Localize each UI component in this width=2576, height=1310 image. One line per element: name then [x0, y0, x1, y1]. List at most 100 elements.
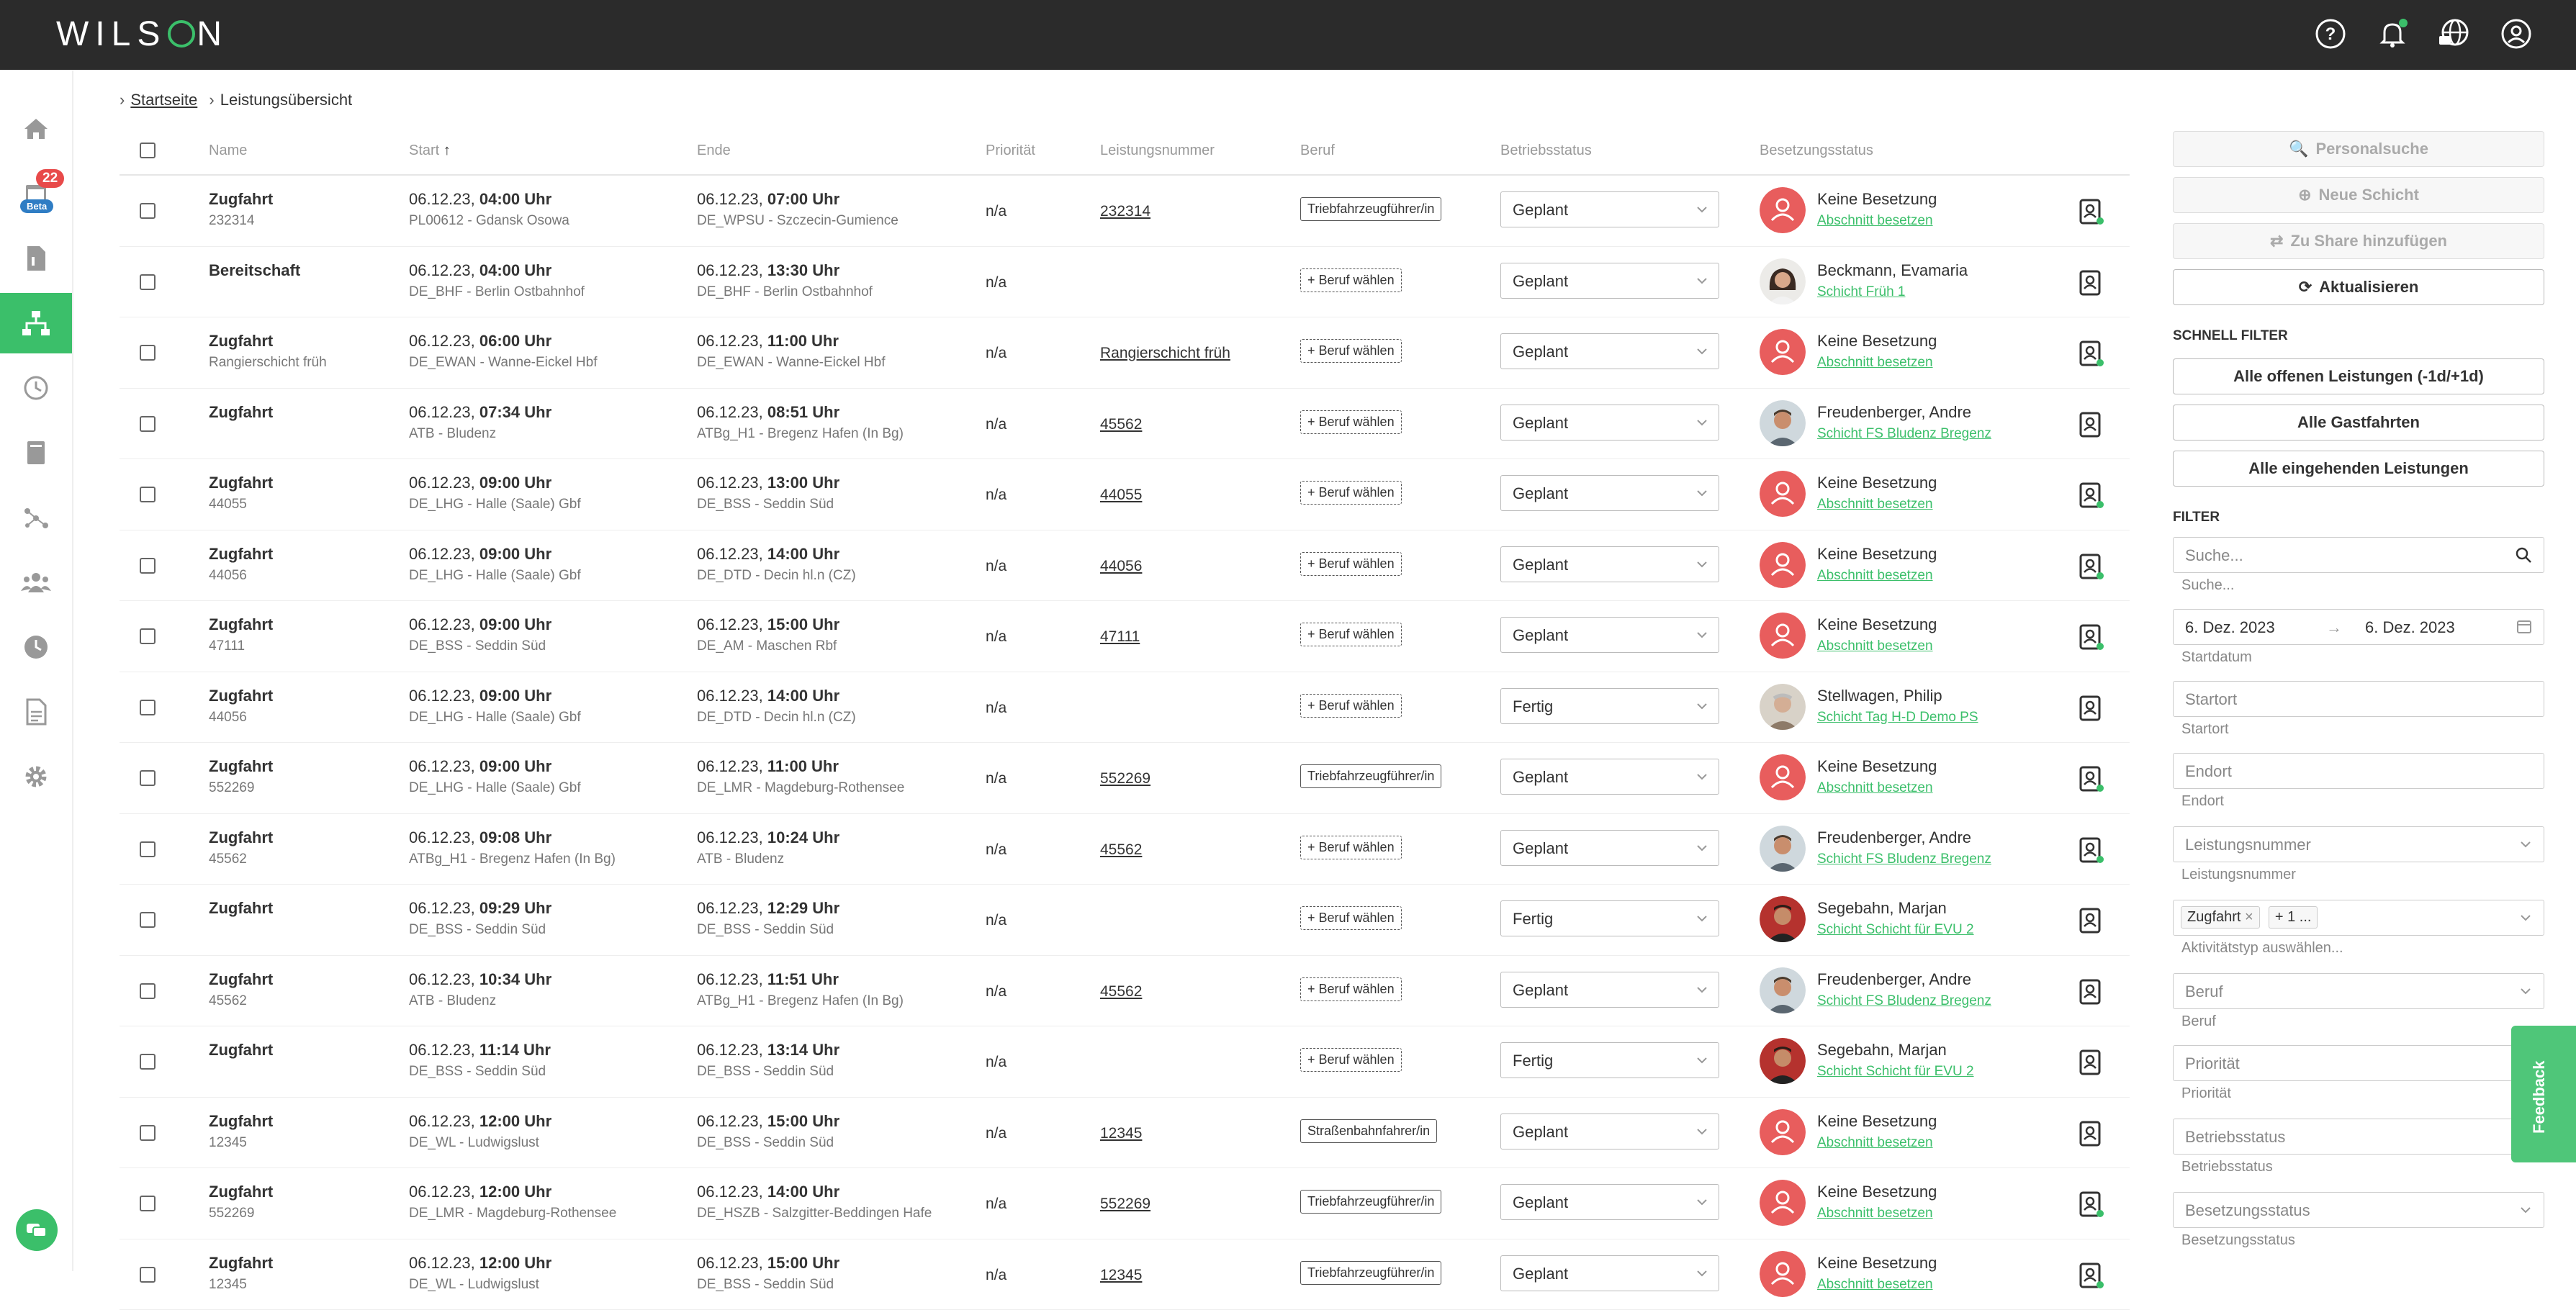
activity-type-multiselect[interactable]: Zugfahrt × + 1 ...	[2173, 900, 2544, 936]
connections-icon[interactable]	[0, 487, 72, 548]
beruf-tag[interactable]: + Beruf wählen	[1300, 552, 1402, 576]
betriebsstatus-select[interactable]: Geplant	[1500, 263, 1719, 299]
assign-person-icon[interactable]	[2076, 339, 2105, 368]
quickfilter-gastfahrten[interactable]: Alle Gastfahrten	[2173, 405, 2544, 441]
assignment-link[interactable]: Abschnitt besetzen	[1817, 1206, 1933, 1221]
betriebsstatus-select[interactable]: Geplant	[1500, 759, 1719, 795]
leistungsnummer-link[interactable]: 44055	[1100, 487, 1142, 504]
leistungsnummer-link[interactable]: 45562	[1100, 983, 1142, 1000]
leistungsnummer-link[interactable]: 232314	[1100, 203, 1150, 220]
assignment-link[interactable]: Abschnitt besetzen	[1817, 1277, 1933, 1293]
personalsuche-button[interactable]: 🔍Personalsuche	[2173, 131, 2544, 167]
leistungsnummer-link[interactable]: 12345	[1100, 1267, 1142, 1284]
column-header-end[interactable]: Ende	[697, 143, 731, 159]
betriebsstatus-select[interactable]: Geplant	[1500, 333, 1719, 369]
assignment-link[interactable]: Abschnitt besetzen	[1817, 213, 1933, 229]
beruf-tag[interactable]: + Beruf wählen	[1300, 623, 1402, 646]
breadcrumb-home-link[interactable]: Startseite	[130, 91, 197, 109]
beruf-tag[interactable]: + Beruf wählen	[1300, 481, 1402, 505]
table-row[interactable]: Zugfahrt 232314 06.12.23, 04:00 Uhr PL00…	[120, 176, 2130, 247]
row-checkbox[interactable]	[140, 841, 156, 857]
column-header-priority[interactable]: Priorität	[986, 143, 1035, 159]
activity-tag-zugfahrt[interactable]: Zugfahrt ×	[2181, 906, 2260, 929]
home-icon[interactable]	[0, 99, 72, 159]
betriebsstatus-select[interactable]: Geplant	[1500, 830, 1719, 866]
assignment-link[interactable]: Abschnitt besetzen	[1817, 638, 1933, 654]
endort-input[interactable]: Endort	[2173, 753, 2544, 789]
leistungsnummer-link[interactable]: 45562	[1100, 841, 1142, 859]
leistungsnummer-link[interactable]: 552269	[1100, 1196, 1150, 1213]
feedback-tab[interactable]: Feedback	[2511, 1026, 2576, 1162]
user-account-icon[interactable]	[2500, 17, 2533, 50]
prioritaet-select[interactable]: Priorität	[2173, 1045, 2544, 1081]
clock-icon[interactable]	[0, 617, 72, 677]
leistungsnummer-link[interactable]: 47111	[1100, 628, 1140, 646]
wilson-logo[interactable]: WILSN	[56, 14, 228, 54]
beruf-tag[interactable]: Triebfahrzeugführer/in	[1300, 1190, 1441, 1214]
assignment-link[interactable]: Schicht Schicht für EVU 2	[1817, 922, 1974, 938]
beruf-tag[interactable]: + Beruf wählen	[1300, 339, 1402, 363]
quickfilter-eingehende-leistungen[interactable]: Alle eingehenden Leistungen	[2173, 451, 2544, 487]
row-checkbox[interactable]	[140, 558, 156, 574]
book-icon[interactable]	[0, 423, 72, 483]
row-checkbox[interactable]	[140, 700, 156, 715]
report-icon[interactable]	[0, 682, 72, 742]
assign-person-icon[interactable]	[2076, 552, 2105, 581]
network-icon[interactable]	[0, 293, 72, 353]
assign-person-icon[interactable]	[2076, 1190, 2105, 1219]
row-checkbox[interactable]	[140, 416, 156, 432]
beruf-select[interactable]: Beruf	[2173, 973, 2544, 1009]
column-header-leistungsnummer[interactable]: Leistungsnummer	[1100, 143, 1215, 159]
assignment-link[interactable]: Schicht FS Bludenz Bregenz	[1817, 993, 1991, 1009]
betriebsstatus-select[interactable]: Geplant	[1500, 546, 1719, 582]
row-checkbox[interactable]	[140, 1196, 156, 1211]
aktualisieren-button[interactable]: ⟳Aktualisieren	[2173, 269, 2544, 305]
betriebsstatus-select[interactable]: Geplant	[1500, 972, 1719, 1008]
table-row[interactable]: Zugfahrt Rangierschicht früh 06.12.23, 0…	[120, 317, 2130, 389]
table-row[interactable]: Zugfahrt 44056 06.12.23, 09:00 Uhr DE_LH…	[120, 530, 2130, 602]
beruf-tag[interactable]: + Beruf wählen	[1300, 268, 1402, 292]
beruf-tag[interactable]: Straßenbahnfahrer/in	[1300, 1119, 1437, 1143]
column-header-betriebsstatus[interactable]: Betriebsstatus	[1500, 143, 1592, 159]
table-row[interactable]: Zugfahrt 44056 06.12.23, 09:00 Uhr DE_LH…	[120, 672, 2130, 744]
column-header-besetzungsstatus[interactable]: Besetzungsstatus	[1760, 143, 1873, 159]
betriebsstatus-select[interactable]: Fertig	[1500, 1042, 1719, 1078]
assign-person-icon[interactable]	[2076, 906, 2105, 935]
startort-input[interactable]: Startort	[2173, 681, 2544, 717]
assign-person-icon[interactable]	[2076, 764, 2105, 793]
assign-person-icon[interactable]	[2076, 268, 2105, 297]
betriebsstatus-select[interactable]: Geplant	[1500, 475, 1719, 511]
chat-support-button[interactable]	[16, 1209, 58, 1251]
beruf-tag[interactable]: + Beruf wählen	[1300, 694, 1402, 718]
assign-person-icon[interactable]	[2076, 694, 2105, 723]
beruf-tag[interactable]: + Beruf wählen	[1300, 1048, 1402, 1072]
assign-person-icon[interactable]	[2076, 197, 2105, 226]
leistungsnummer-link[interactable]: 44056	[1100, 558, 1142, 575]
assignment-link[interactable]: Schicht Tag H-D Demo PS	[1817, 710, 1978, 726]
activity-more-tag[interactable]: + 1 ...	[2269, 906, 2318, 929]
betriebsstatus-select[interactable]: Geplant	[1500, 191, 1719, 227]
column-header-start[interactable]: Start ↑	[409, 143, 451, 159]
row-checkbox[interactable]	[140, 1054, 156, 1070]
table-row[interactable]: Zugfahrt 552269 06.12.23, 12:00 Uhr DE_L…	[120, 1168, 2130, 1239]
row-checkbox[interactable]	[140, 487, 156, 502]
column-header-beruf[interactable]: Beruf	[1300, 143, 1335, 159]
select-all-checkbox[interactable]	[140, 143, 156, 158]
betriebsstatus-select[interactable]: Geplant	[1500, 1184, 1719, 1220]
notification-bell-icon[interactable]	[2376, 17, 2409, 50]
assign-person-icon[interactable]	[2076, 1261, 2105, 1290]
betriebsstatus-filter-select[interactable]: Betriebsstatus	[2173, 1119, 2544, 1155]
row-checkbox[interactable]	[140, 1267, 156, 1283]
assign-person-icon[interactable]	[2076, 623, 2105, 651]
neue-schicht-button[interactable]: ⊕Neue Schicht	[2173, 177, 2544, 213]
assign-person-icon[interactable]	[2076, 977, 2105, 1006]
table-row[interactable]: Zugfahrt 44055 06.12.23, 09:00 Uhr DE_LH…	[120, 459, 2130, 530]
chat-globe-icon[interactable]	[2438, 17, 2471, 50]
zu-share-hinzufuegen-button[interactable]: ⇄Zu Share hinzufügen	[2173, 223, 2544, 259]
row-checkbox[interactable]	[140, 274, 156, 290]
beruf-tag[interactable]: + Beruf wählen	[1300, 977, 1402, 1001]
row-checkbox[interactable]	[140, 770, 156, 786]
row-checkbox[interactable]	[140, 1125, 156, 1141]
betriebsstatus-select[interactable]: Geplant	[1500, 405, 1719, 441]
row-checkbox[interactable]	[140, 912, 156, 928]
